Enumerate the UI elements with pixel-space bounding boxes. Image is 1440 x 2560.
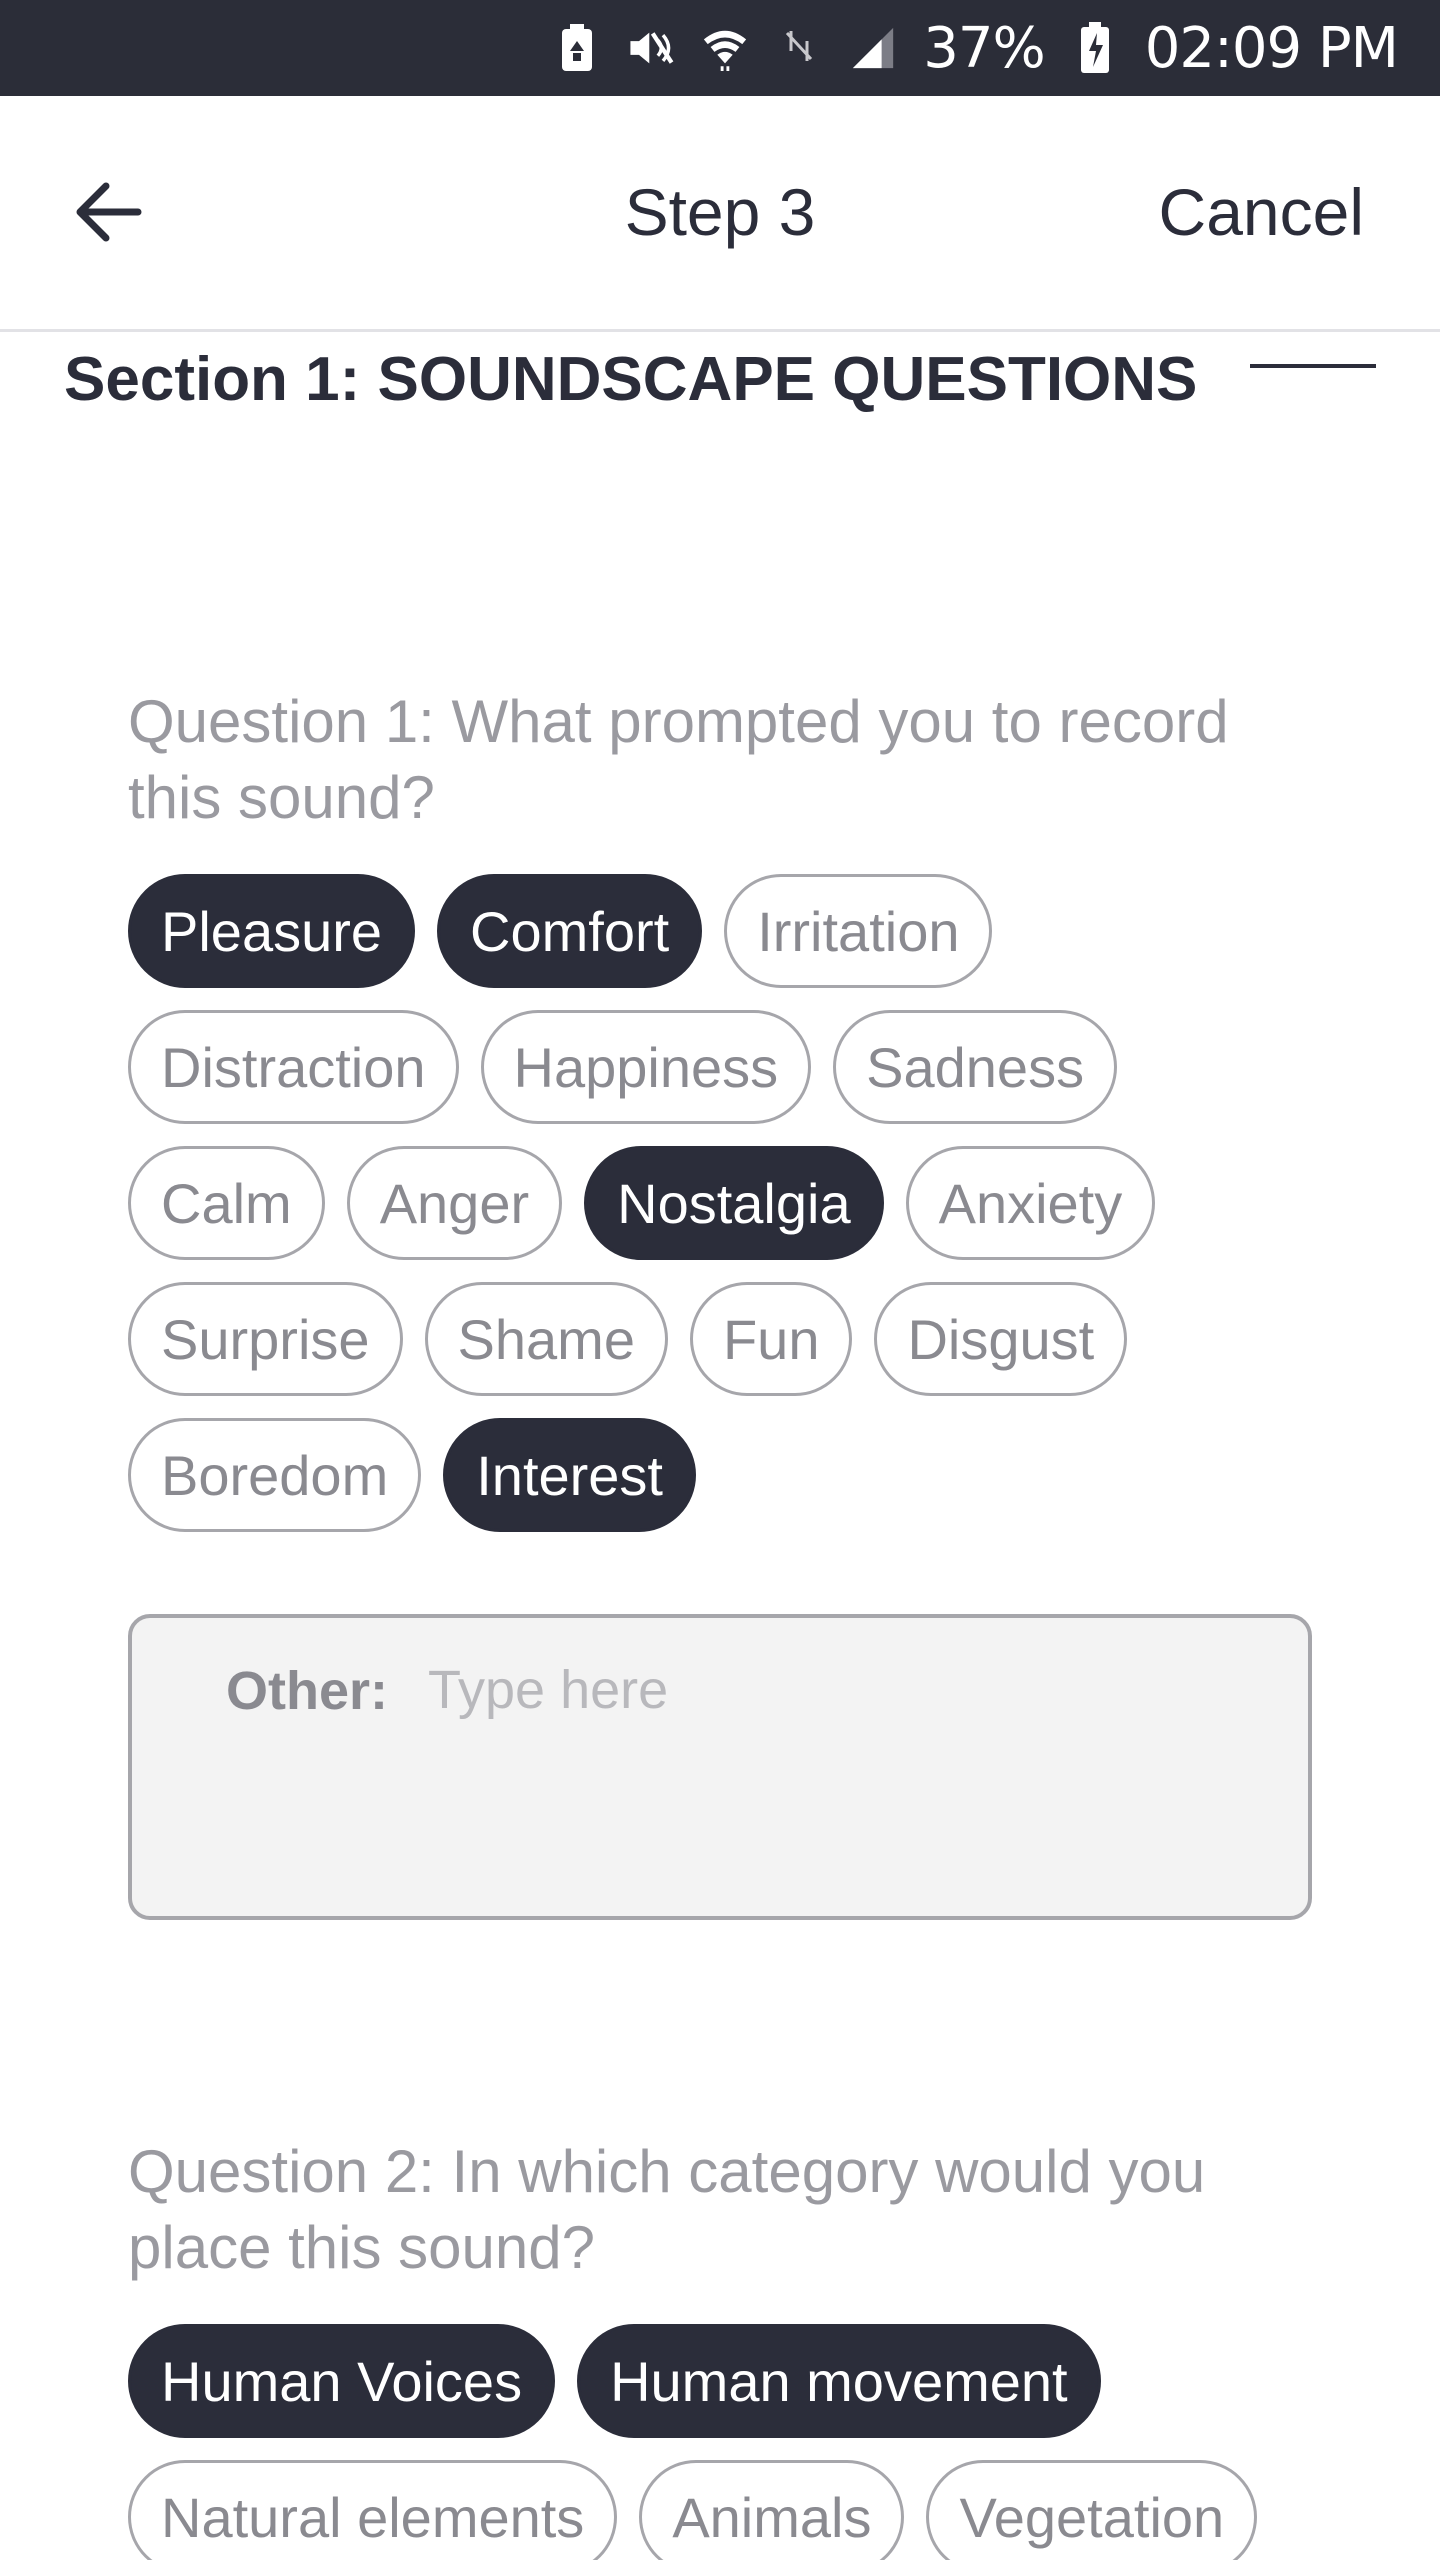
other-input[interactable] xyxy=(428,1648,1248,1732)
question-1-options: Pleasure Comfort Irritation Distraction Happ… xyxy=(128,874,1328,1532)
option-chip-animals[interactable]: Animals xyxy=(639,2460,905,2560)
option-chip-disgust[interactable]: Disgust xyxy=(874,1282,1128,1396)
status-bar: 37% 02:09 PM xyxy=(0,0,1440,96)
mute-icon xyxy=(627,20,675,76)
option-chip-human-movement[interactable]: Human movement xyxy=(577,2324,1101,2438)
option-chip-comfort[interactable]: Comfort xyxy=(437,874,703,988)
signal-icon xyxy=(849,20,897,76)
option-chip-irritation[interactable]: Irritation xyxy=(724,874,993,988)
option-chip-sadness[interactable]: Sadness xyxy=(833,1010,1118,1124)
option-chip-human-voices[interactable]: Human Voices xyxy=(128,2324,556,2438)
option-chip-nostalgia[interactable]: Nostalgia xyxy=(584,1146,884,1260)
back-button[interactable] xyxy=(60,166,156,262)
option-chip-anger[interactable]: Anger xyxy=(346,1146,563,1260)
battery-percent: 37% xyxy=(923,15,1045,81)
battery-saver-icon xyxy=(553,20,601,76)
option-chip-pleasure[interactable]: Pleasure xyxy=(128,874,416,988)
option-chip-natural-elements[interactable]: Natural elements xyxy=(128,2460,618,2560)
arrow-left-icon xyxy=(72,180,144,249)
app-header: Step 3 Cancel xyxy=(0,96,1440,332)
cancel-button[interactable]: Cancel xyxy=(1159,174,1364,250)
section-title: Section 1: SOUNDSCAPE QUESTIONS xyxy=(64,345,1198,414)
option-chip-vegetation[interactable]: Vegetation xyxy=(926,2460,1258,2560)
option-chip-interest[interactable]: Interest xyxy=(443,1418,696,1532)
option-chip-boredom[interactable]: Boredom xyxy=(128,1418,422,1532)
option-chip-shame[interactable]: Shame xyxy=(424,1282,668,1396)
other-field[interactable]: Other: xyxy=(128,1614,1312,1920)
option-chip-distraction[interactable]: Distraction xyxy=(128,1010,459,1124)
wifi-icon xyxy=(701,20,749,76)
option-chip-anxiety[interactable]: Anxiety xyxy=(905,1146,1156,1260)
option-chip-fun[interactable]: Fun xyxy=(689,1282,853,1396)
option-chip-calm[interactable]: Calm xyxy=(128,1146,325,1260)
option-chip-happiness[interactable]: Happiness xyxy=(480,1010,812,1124)
question-2-options: Human Voices Human movement Natural elemen… xyxy=(128,2324,1328,2560)
question-2-label: Question 2: In which category would you … xyxy=(128,2138,1206,2281)
other-label: Other: xyxy=(226,1661,388,1721)
nfc-icon xyxy=(775,20,823,76)
charging-battery-icon xyxy=(1071,20,1119,76)
clock: 02:09 PM xyxy=(1144,15,1399,81)
question-1-label: Question 1: What prompted you to record … xyxy=(128,688,1229,831)
section-divider xyxy=(1250,364,1376,368)
option-chip-surprise[interactable]: Surprise xyxy=(128,1282,403,1396)
